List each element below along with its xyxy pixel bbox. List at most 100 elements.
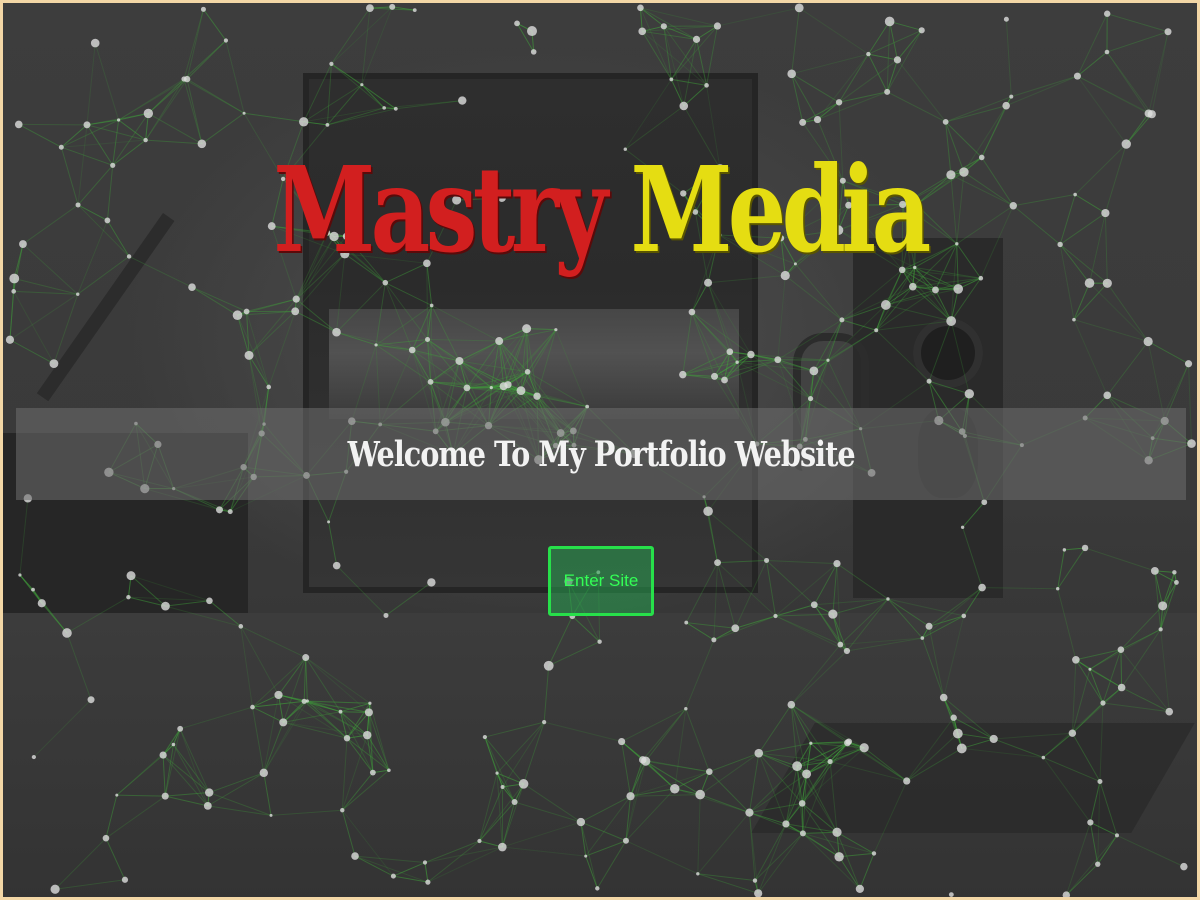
network-line — [1076, 13, 1108, 77]
network-line — [502, 821, 582, 848]
network-node — [203, 801, 212, 810]
network-node — [1101, 208, 1110, 218]
network-node — [752, 878, 758, 883]
enter-site-button[interactable]: Enter Site — [548, 546, 654, 616]
network-line — [165, 600, 210, 607]
network-node — [159, 751, 167, 759]
network-line — [548, 641, 600, 667]
network-node — [31, 754, 36, 760]
network-line — [77, 204, 108, 221]
network-node — [408, 346, 416, 354]
network-line — [22, 243, 79, 295]
network-line — [1073, 282, 1108, 320]
network-line — [94, 42, 120, 121]
network-line — [385, 282, 432, 306]
network-node — [932, 286, 939, 294]
network-line — [384, 282, 413, 351]
network-line — [585, 855, 598, 889]
network-node — [482, 734, 487, 740]
network-node — [747, 350, 755, 359]
network-node — [518, 779, 529, 789]
network-line — [336, 331, 413, 351]
network-line — [670, 79, 685, 107]
network-line — [836, 831, 875, 854]
network-node — [382, 279, 389, 286]
network-line — [295, 310, 337, 333]
network-node — [884, 88, 891, 95]
network-node — [826, 358, 830, 362]
network-line — [790, 650, 848, 706]
network-node — [1041, 755, 1046, 760]
network-line — [1102, 702, 1170, 713]
network-line — [543, 665, 550, 723]
network-line — [663, 26, 685, 107]
network-node — [516, 386, 526, 396]
welcome-text: Welcome To My Portfolio Website — [347, 433, 856, 475]
network-line — [1089, 649, 1122, 670]
network-node — [181, 76, 187, 82]
network-node — [684, 620, 689, 625]
network-line — [697, 873, 756, 882]
network-node — [731, 624, 740, 633]
network-line — [889, 20, 922, 31]
network-node — [964, 389, 975, 399]
network-line — [758, 704, 792, 754]
network-line — [1188, 363, 1193, 444]
network-line — [86, 43, 96, 125]
network-node — [1103, 391, 1112, 400]
network-node — [827, 758, 833, 765]
network-line — [1099, 781, 1118, 836]
network-line — [697, 873, 759, 894]
network-node — [1073, 72, 1081, 80]
network-node — [1180, 862, 1188, 871]
network-node — [387, 768, 391, 773]
network-line — [802, 832, 840, 858]
network-line — [697, 794, 701, 874]
network-line — [873, 780, 908, 854]
network-line — [1106, 341, 1149, 396]
network-node — [188, 283, 196, 291]
network-line — [496, 721, 545, 774]
network-node — [9, 273, 20, 284]
network-line — [906, 733, 959, 782]
network-node — [595, 886, 600, 891]
network-line — [886, 91, 946, 123]
network-line — [203, 9, 227, 41]
network-line — [707, 510, 767, 561]
network-node — [498, 842, 507, 852]
network-line — [240, 625, 306, 658]
network-node — [1072, 655, 1080, 664]
network-line — [1160, 572, 1175, 630]
network-node — [1081, 544, 1089, 552]
network-line — [1116, 834, 1185, 868]
network-line — [813, 319, 843, 372]
network-line — [943, 615, 965, 698]
network-node — [104, 217, 111, 224]
network-node — [845, 738, 853, 745]
network-node — [833, 560, 841, 568]
network-node — [115, 793, 119, 797]
network-node — [1158, 601, 1168, 611]
network-line — [777, 275, 786, 360]
network-node — [1003, 16, 1009, 22]
network-line — [1106, 283, 1149, 342]
network-line — [859, 853, 875, 890]
network-line — [251, 707, 265, 773]
network-node — [886, 597, 890, 601]
network-node — [714, 559, 721, 567]
network-line — [502, 721, 545, 788]
network-line — [813, 563, 838, 606]
network-node — [637, 4, 644, 12]
network-node — [953, 284, 964, 294]
network-node — [787, 700, 796, 709]
network-line — [501, 783, 525, 848]
network-node — [584, 854, 588, 858]
network-node — [792, 761, 803, 772]
network-node — [366, 4, 374, 12]
network-line — [791, 73, 818, 120]
network-node — [978, 583, 986, 592]
network-node — [799, 830, 806, 837]
network-line — [596, 840, 627, 889]
network-line — [748, 753, 760, 813]
network-line — [1077, 75, 1127, 145]
